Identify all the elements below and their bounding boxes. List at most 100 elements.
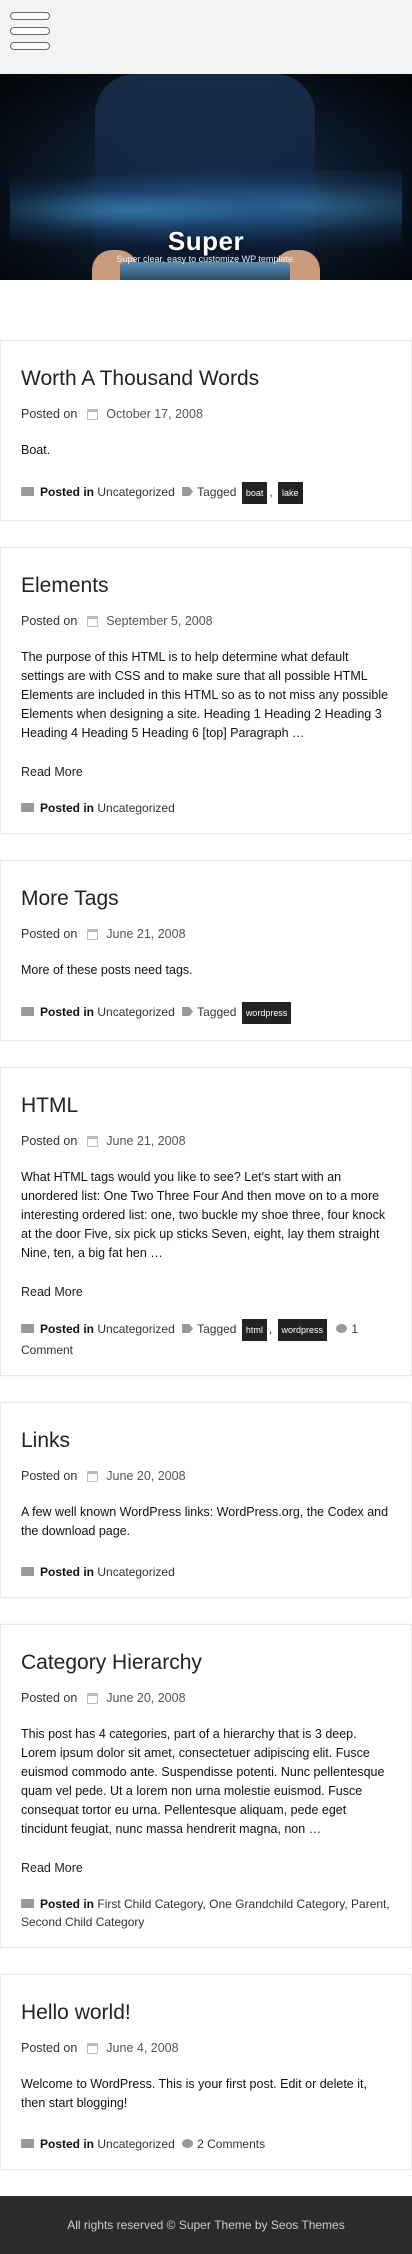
post-date[interactable]: October 17, 2008: [106, 407, 203, 421]
post-card: Hello world! Posted on June 4, 2008 Welc…: [0, 1974, 412, 2170]
category-link[interactable]: Uncategorized: [97, 2137, 174, 2151]
post-meta: Posted on June 4, 2008: [21, 2041, 391, 2055]
posted-on-label: Posted on: [21, 1691, 78, 1705]
posted-on-label: Posted on: [21, 927, 78, 941]
post-date[interactable]: June 4, 2008: [106, 2041, 178, 2055]
tag-link[interactable]: lake: [278, 482, 303, 504]
tag-link[interactable]: wordpress: [277, 1319, 328, 1341]
tagged-label: Tagged: [197, 1322, 237, 1336]
tag-link[interactable]: boat: [241, 482, 268, 504]
post-date[interactable]: June 21, 2008: [106, 1134, 185, 1148]
footer-site-link[interactable]: Super: [179, 2218, 211, 2232]
footer-rights: All rights reserved ©: [67, 2218, 176, 2232]
hamburger-line: [10, 12, 50, 20]
post-card: HTML Posted on June 21, 2008 What HTML t…: [0, 1067, 412, 1376]
site-footer: All rights reserved © Super Theme by Seo…: [0, 2196, 412, 2254]
comment-icon: [336, 1324, 348, 1333]
comments-link[interactable]: 2 Comments: [197, 2137, 265, 2151]
comment-icon: [182, 2139, 194, 2148]
post-title[interactable]: HTML: [21, 1094, 391, 1118]
post-meta: Posted on June 20, 2008: [21, 1469, 391, 1483]
folder-icon: [21, 1567, 34, 1576]
header-banner: Super Super clear, easy to customize WP …: [0, 74, 412, 280]
menu-toggle-button[interactable]: [10, 12, 52, 60]
post-meta: Posted on September 5, 2008: [21, 614, 391, 628]
post-meta: Posted on June 21, 2008: [21, 1134, 391, 1148]
read-more-link[interactable]: Read More: [21, 1861, 391, 1875]
post-footer-meta: Posted in Uncategorized: [21, 1563, 391, 1581]
post-date[interactable]: June 20, 2008: [106, 1469, 185, 1483]
read-more-link[interactable]: Read More: [21, 1285, 391, 1299]
site-tagline: Super clear, easy to customize WP templa…: [116, 254, 296, 264]
post-excerpt: What HTML tags would you like to see? Le…: [21, 1170, 386, 1260]
folder-icon: [21, 1899, 34, 1908]
post-title[interactable]: Category Hierarchy: [21, 1651, 391, 1675]
post-card: Links Posted on June 20, 2008 A few well…: [0, 1402, 412, 1598]
site-title[interactable]: Super: [0, 226, 412, 257]
post-footer-meta: Posted in Uncategorized Tagged html, wor…: [21, 1319, 391, 1359]
posted-in-label: Posted in: [40, 801, 95, 815]
folder-icon: [21, 1007, 34, 1016]
post-card: More Tags Posted on June 21, 2008 More o…: [0, 860, 412, 1041]
posts-list: Worth A Thousand Words Posted on October…: [0, 280, 412, 2170]
hamburger-line: [10, 27, 50, 35]
posted-on-label: Posted on: [21, 1469, 78, 1483]
post-card: Category Hierarchy Posted on June 20, 20…: [0, 1624, 412, 1948]
post-excerpt: Boat.: [21, 443, 51, 457]
category-link[interactable]: Uncategorized: [97, 485, 174, 499]
post-title[interactable]: Elements: [21, 574, 391, 598]
post-title[interactable]: Hello world!: [21, 2001, 391, 2025]
posted-in-label: Posted in: [40, 1005, 95, 1019]
post-footer-meta: Posted in Uncategorized 2 Comments: [21, 2135, 391, 2153]
post-excerpt: This post has 4 categories, part of a hi…: [21, 1727, 385, 1836]
post-excerpt: A few well known WordPress links: WordPr…: [21, 1505, 389, 1538]
calendar-icon: [87, 1135, 99, 1147]
top-bar: [0, 0, 412, 74]
hamburger-line: [10, 42, 50, 50]
post-title[interactable]: Links: [21, 1429, 391, 1453]
post-footer-meta: Posted in First Child Category, One Gran…: [21, 1895, 391, 1931]
post-footer-meta: Posted in Uncategorized Tagged boat, lak…: [21, 482, 391, 504]
post-title[interactable]: Worth A Thousand Words: [21, 367, 391, 391]
post-excerpt: Welcome to WordPress. This is your first…: [21, 2077, 367, 2110]
category-link[interactable]: Uncategorized: [97, 1565, 174, 1579]
category-link[interactable]: Uncategorized: [97, 801, 174, 815]
post-footer-meta: Posted in Uncategorized Tagged wordpress: [21, 1002, 391, 1024]
footer-theme-credit[interactable]: Theme by Seos Themes: [214, 2218, 345, 2232]
tag-link[interactable]: html: [241, 1319, 267, 1341]
tag-icon: [182, 1007, 194, 1016]
post-card: Elements Posted on September 5, 2008 The…: [0, 547, 412, 834]
read-more-link[interactable]: Read More: [21, 765, 391, 779]
folder-icon: [21, 2139, 34, 2148]
calendar-icon: [87, 1692, 99, 1704]
post-date[interactable]: June 21, 2008: [106, 927, 185, 941]
post-date[interactable]: June 20, 2008: [106, 1691, 185, 1705]
category-link[interactable]: Uncategorized: [97, 1322, 174, 1336]
posted-on-label: Posted on: [21, 614, 78, 628]
tagged-label: Tagged: [197, 1005, 237, 1019]
tag-icon: [182, 1324, 194, 1333]
post-meta: Posted on October 17, 2008: [21, 407, 391, 421]
folder-icon: [21, 803, 34, 812]
posted-on-label: Posted on: [21, 2041, 78, 2055]
posted-on-label: Posted on: [21, 407, 78, 421]
category-link[interactable]: Uncategorized: [97, 1005, 174, 1019]
tag-link[interactable]: wordpress: [241, 1002, 292, 1024]
calendar-icon: [87, 1470, 99, 1482]
posted-in-label: Posted in: [40, 1322, 95, 1336]
calendar-icon: [87, 2042, 99, 2054]
calendar-icon: [87, 408, 99, 420]
post-excerpt: More of these posts need tags.: [21, 963, 193, 977]
calendar-icon: [87, 615, 99, 627]
posted-in-label: Posted in: [40, 1897, 95, 1911]
posted-in-label: Posted in: [40, 485, 95, 499]
calendar-icon: [87, 928, 99, 940]
post-title[interactable]: More Tags: [21, 887, 391, 911]
post-card: Worth A Thousand Words Posted on October…: [0, 340, 412, 521]
folder-icon: [21, 1324, 34, 1333]
posted-on-label: Posted on: [21, 1134, 78, 1148]
posted-in-label: Posted in: [40, 2137, 95, 2151]
post-date[interactable]: September 5, 2008: [106, 614, 212, 628]
post-meta: Posted on June 21, 2008: [21, 927, 391, 941]
post-meta: Posted on June 20, 2008: [21, 1691, 391, 1705]
